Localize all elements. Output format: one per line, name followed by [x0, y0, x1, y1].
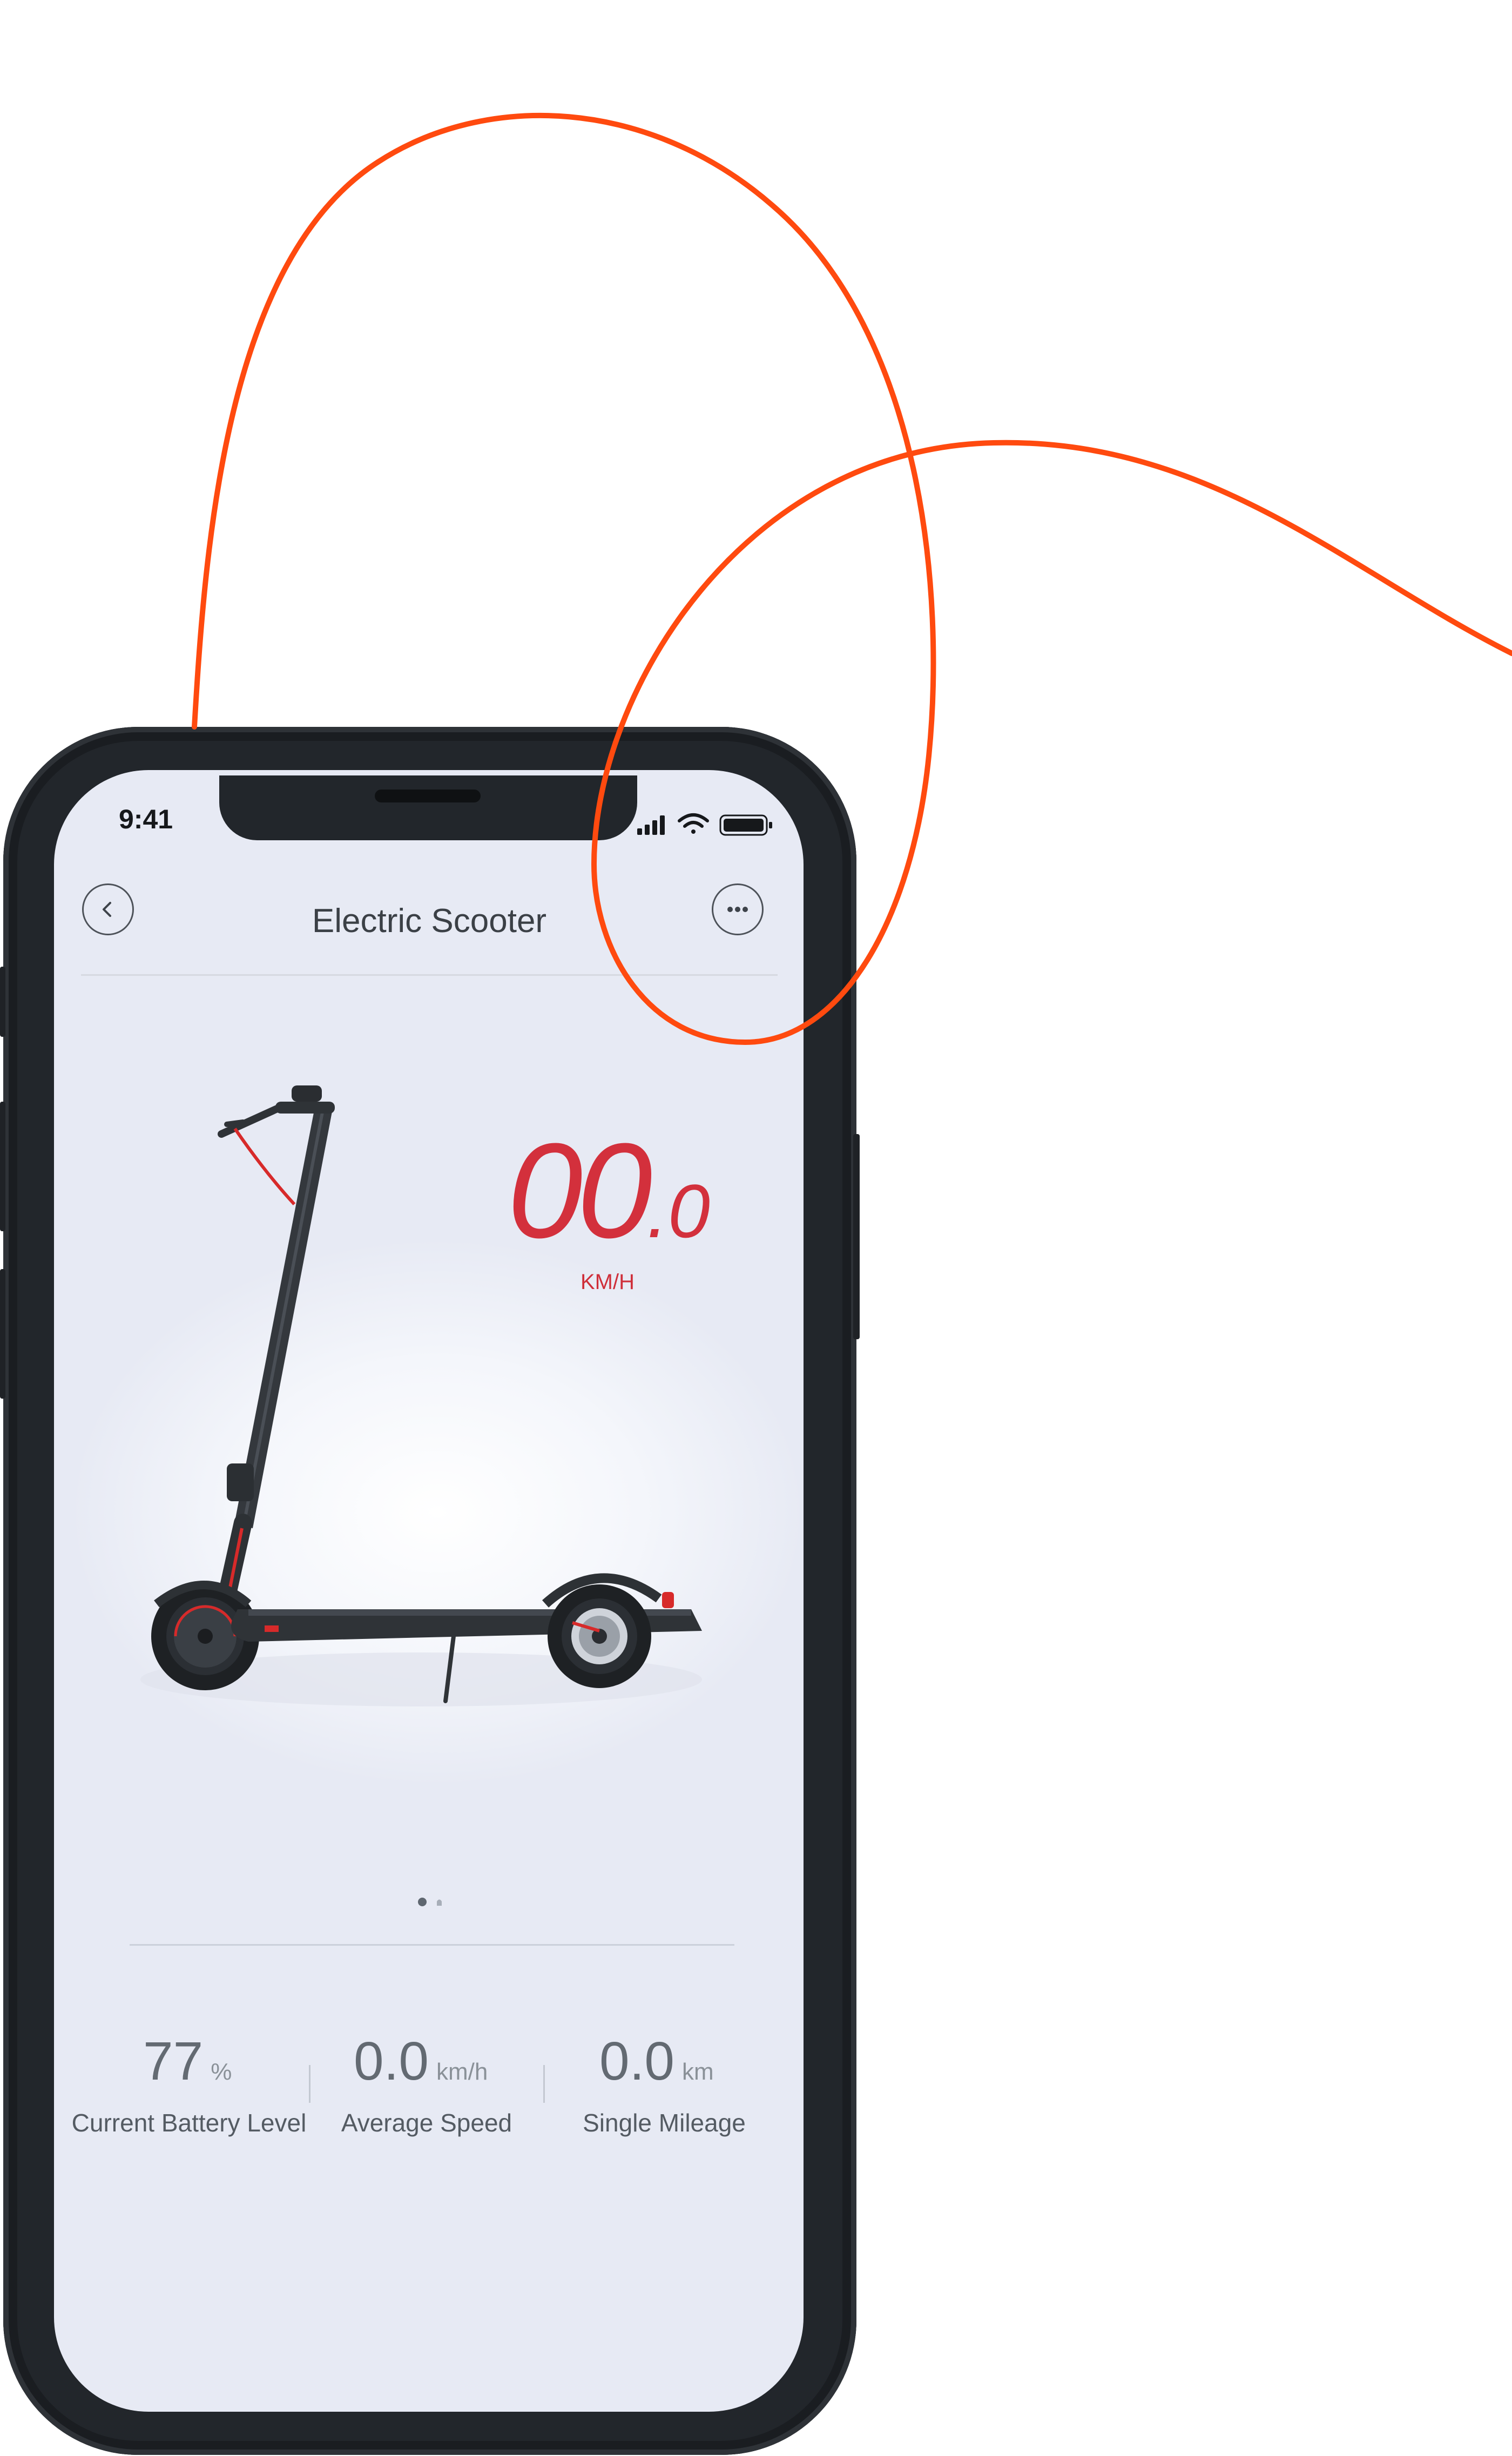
- phone-speaker: [375, 790, 481, 802]
- more-dots-icon: [727, 907, 748, 912]
- phone-side-button-left-1: [0, 967, 5, 1037]
- back-button[interactable]: [82, 883, 134, 935]
- chevron-left-icon: [103, 902, 111, 917]
- battery-level-unit: %: [211, 2059, 232, 2085]
- single-mileage-unit: km: [682, 2059, 714, 2085]
- page-indicator: [418, 1898, 442, 1906]
- page-dot-active: [418, 1898, 427, 1906]
- average-speed-value: 0.0 km/h: [354, 2030, 488, 2093]
- speed-integer: 00: [508, 1115, 652, 1266]
- stat-separator-2: [543, 2065, 545, 2103]
- stat-separator-1: [309, 2065, 310, 2103]
- average-speed-label: Average Speed: [341, 2109, 512, 2137]
- single-mileage-number: 0.0: [599, 2031, 675, 2091]
- header-divider: [81, 974, 778, 976]
- phone-side-button-left-2: [0, 1102, 5, 1231]
- phone-side-button-left-3: [0, 1269, 5, 1399]
- status-icons: [637, 813, 772, 836]
- phone-notch: [219, 775, 637, 840]
- speed-unit: KM/H: [580, 1270, 634, 1294]
- signal-icon: [637, 815, 665, 835]
- page-title: Electric Scooter: [312, 902, 547, 940]
- status-time: 9:41: [119, 804, 173, 834]
- single-mileage-label: Single Mileage: [583, 2109, 746, 2137]
- page-dot-inactive: [437, 1899, 442, 1906]
- battery-icon: [719, 814, 772, 836]
- speed-readout: 00.0: [508, 1123, 710, 1258]
- stats-divider: [130, 1944, 734, 1946]
- more-button[interactable]: [712, 883, 764, 935]
- wifi-icon: [678, 813, 709, 834]
- battery-level-label: Current Battery Level: [71, 2109, 307, 2137]
- battery-level-number: 77: [143, 2031, 204, 2091]
- average-speed-number: 0.0: [354, 2031, 429, 2091]
- phone-side-button-right: [853, 1134, 860, 1339]
- battery-level-value: 77%: [143, 2030, 232, 2093]
- single-mileage-value: 0.0 km: [599, 2030, 714, 2093]
- speed-decimal: .0: [647, 1169, 710, 1253]
- average-speed-unit: km/h: [436, 2059, 488, 2085]
